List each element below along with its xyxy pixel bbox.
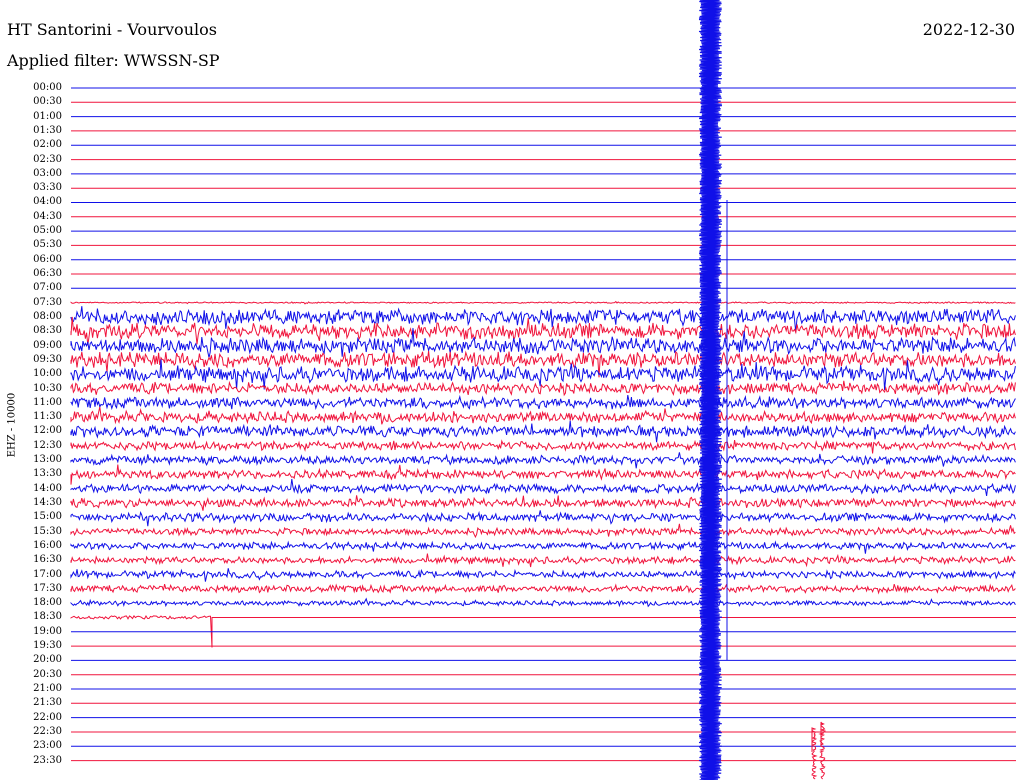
trace-row: [70, 553, 1016, 568]
event-spike: [818, 721, 827, 780]
trace-row: [70, 380, 1016, 397]
trace-row: [70, 523, 1016, 539]
event-spike: [811, 727, 818, 780]
trace-row: [70, 394, 1016, 411]
trace-row: [70, 568, 1016, 582]
trace-row: [70, 510, 1016, 527]
trace-row: [70, 420, 1016, 443]
trace-row: [70, 583, 1016, 595]
trace-row: [70, 478, 1016, 496]
trace-row: [70, 597, 1016, 608]
helicorder-plot: [70, 0, 1016, 780]
trace-row: [70, 300, 1016, 305]
trace-row: [70, 350, 1016, 378]
trace-row: [70, 495, 1016, 511]
trace-row: [70, 540, 1016, 554]
trace-row: [70, 452, 1016, 469]
trace-row: [70, 464, 1016, 485]
trace-row: [70, 406, 1016, 425]
trace-row: [70, 439, 1016, 454]
